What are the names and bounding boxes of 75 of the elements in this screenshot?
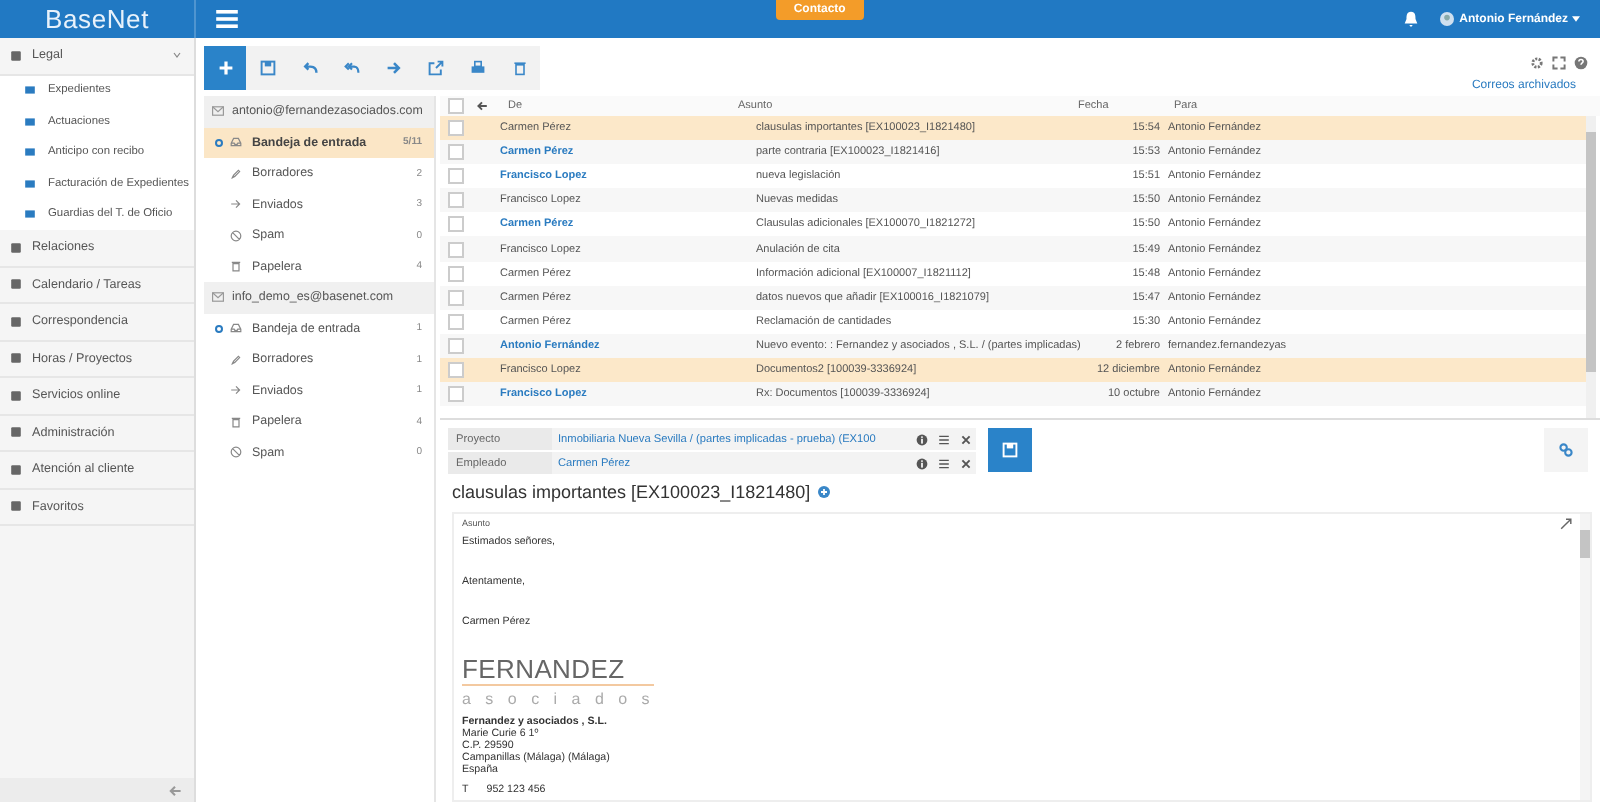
logo: BaseNet <box>45 4 149 34</box>
inbox-tray-icon <box>230 136 242 149</box>
section-icon <box>10 241 22 254</box>
back-arrow-icon[interactable] <box>476 100 488 112</box>
gear-icon[interactable] <box>214 137 224 148</box>
bell-icon[interactable] <box>1401 10 1420 28</box>
section-icon <box>10 278 22 291</box>
menu-icon[interactable] <box>216 10 238 28</box>
reply-icon <box>301 60 317 76</box>
row-checkbox[interactable] <box>448 337 464 354</box>
trash-icon <box>230 260 242 273</box>
row-checkbox[interactable] <box>448 361 464 378</box>
trash-icon <box>230 415 242 428</box>
export-icon <box>427 60 443 76</box>
row-checkbox[interactable] <box>448 192 464 209</box>
close-icon[interactable] <box>959 457 971 469</box>
plus-icon <box>217 60 233 76</box>
blocked-icon <box>230 446 242 459</box>
reply-all-icon <box>343 60 359 76</box>
settings-icon[interactable] <box>1530 56 1544 70</box>
module-icon <box>24 208 36 221</box>
pencil-icon <box>230 167 242 180</box>
row-checkbox[interactable] <box>448 241 464 258</box>
section-icon <box>10 463 22 476</box>
list-icon[interactable] <box>937 457 949 469</box>
pencil-icon <box>230 353 242 366</box>
help-icon[interactable] <box>1574 56 1588 70</box>
row-checkbox[interactable] <box>448 168 464 185</box>
close-icon[interactable] <box>959 433 971 445</box>
expand-icon[interactable] <box>1560 518 1572 530</box>
section-icon <box>10 352 22 365</box>
chevron-icon[interactable] <box>172 50 182 61</box>
trash-icon <box>511 60 527 76</box>
module-icon <box>24 177 36 190</box>
caret-icon[interactable] <box>1572 16 1580 22</box>
company-logo: FERNANDEZ a s o c i a d o s <box>462 656 655 708</box>
link-button[interactable] <box>1544 428 1588 472</box>
scrollbar[interactable] <box>1580 514 1590 800</box>
printer-icon <box>469 60 485 76</box>
arrow-icon <box>385 60 401 76</box>
row-checkbox[interactable] <box>448 386 464 403</box>
section-icon <box>10 315 22 328</box>
info-icon[interactable] <box>915 433 927 445</box>
link-icon <box>1558 442 1574 458</box>
row-checkbox[interactable] <box>448 120 464 137</box>
arrow-icon <box>230 198 242 211</box>
section-icon <box>10 389 22 402</box>
inbox-tray-icon <box>230 322 242 335</box>
avatar-icon <box>1439 12 1454 26</box>
list-icon[interactable] <box>937 433 949 445</box>
module-icon <box>24 115 36 128</box>
row-checkbox[interactable] <box>448 144 464 161</box>
row-checkbox[interactable] <box>448 313 464 330</box>
module-icon <box>24 84 36 97</box>
scrollbar[interactable] <box>1586 116 1596 418</box>
section-icon <box>10 426 22 439</box>
envelope-icon <box>212 292 224 303</box>
gear-icon[interactable] <box>214 323 224 334</box>
row-checkbox[interactable] <box>448 216 464 233</box>
module-icon <box>24 146 36 159</box>
arrow-icon <box>230 384 242 397</box>
add-icon[interactable] <box>818 486 831 498</box>
collapse-icon[interactable] <box>168 783 182 797</box>
row-checkbox[interactable] <box>448 289 464 306</box>
section-icon <box>10 500 22 513</box>
fullscreen-icon[interactable] <box>1552 56 1566 70</box>
blocked-icon <box>230 229 242 242</box>
envelope-icon <box>212 106 224 117</box>
row-checkbox[interactable] <box>448 265 464 282</box>
save-button[interactable] <box>988 428 1032 472</box>
select-all-checkbox[interactable] <box>448 98 464 114</box>
email-subject: clausulas importantes [EX100023_I1821480] <box>452 482 811 502</box>
new-button[interactable] <box>204 46 246 90</box>
section-icon <box>10 49 22 62</box>
info-icon[interactable] <box>915 457 927 469</box>
